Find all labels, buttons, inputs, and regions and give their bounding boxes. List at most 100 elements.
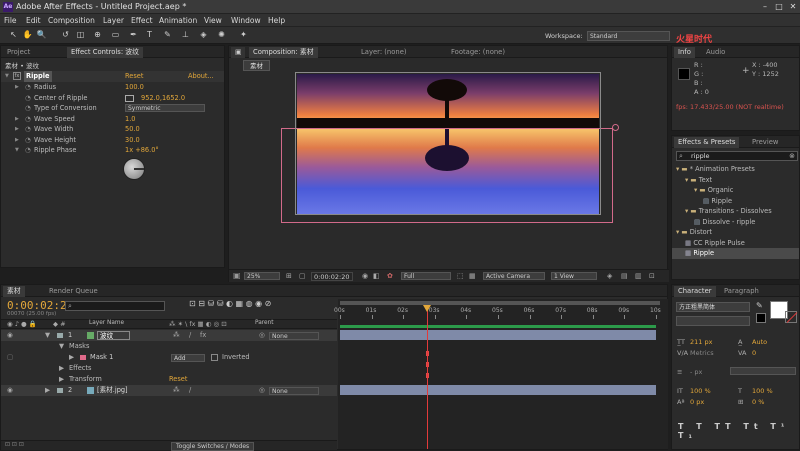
fx-icon[interactable]: fx bbox=[13, 72, 21, 80]
baseline-shift-field[interactable]: 0 px bbox=[690, 398, 704, 406]
grid-icon[interactable]: ⊞ bbox=[286, 272, 292, 280]
vertical-scale-field[interactable]: 100 % bbox=[690, 387, 711, 395]
rectangle-tool-icon[interactable]: ▭ bbox=[110, 29, 121, 41]
menu-animation[interactable]: Animation bbox=[159, 16, 197, 25]
layer-name[interactable]: 波纹 bbox=[97, 331, 131, 340]
expand-mask-icon[interactable]: ▶ bbox=[69, 352, 74, 363]
no-stroke-swatch[interactable] bbox=[785, 311, 798, 323]
tab-paragraph[interactable]: Paragraph bbox=[720, 286, 763, 297]
tracking-field[interactable]: 0 bbox=[752, 349, 756, 357]
font-size-field[interactable]: 211 px bbox=[690, 338, 712, 346]
effect-reset-link[interactable]: Reset bbox=[125, 71, 143, 82]
prop-wave-width[interactable]: ▶ ◔ Wave Width 50.0 bbox=[1, 124, 224, 135]
channel-icon[interactable]: ✿ bbox=[387, 272, 393, 280]
zoom-tool-icon[interactable]: 🔍 bbox=[36, 29, 47, 41]
comp-panel-lock-icon[interactable]: ▣ bbox=[231, 47, 246, 58]
tab-project[interactable]: Project bbox=[3, 47, 34, 58]
mask-color-swatch[interactable] bbox=[80, 355, 86, 360]
tab-footage[interactable]: Footage: (none) bbox=[447, 47, 509, 58]
tab-layer[interactable]: Layer: (none) bbox=[357, 47, 411, 58]
always-preview-icon[interactable]: ▣ bbox=[233, 271, 241, 280]
puppet-tool-icon[interactable]: ✦ bbox=[238, 29, 249, 41]
playhead-handle-icon[interactable] bbox=[423, 305, 431, 312]
mask-visibility-icon[interactable]: ▢ bbox=[299, 272, 306, 280]
rotate-tool-icon[interactable]: ↺ bbox=[60, 29, 71, 41]
visibility-icon[interactable]: ◉ bbox=[7, 330, 13, 341]
shy-switch-icon[interactable]: ⁂ bbox=[173, 385, 180, 396]
timeline-icon[interactable]: ▥ bbox=[635, 272, 642, 280]
tab-effects-presets[interactable]: Effects & Presets bbox=[674, 137, 740, 148]
menu-composition[interactable]: Composition bbox=[48, 16, 95, 25]
tab-composition[interactable]: Composition: 素材 bbox=[249, 47, 318, 58]
stopwatch-icon[interactable]: ◔ bbox=[25, 103, 31, 114]
tsume-field[interactable]: 0 % bbox=[752, 398, 764, 406]
transparency-grid-icon[interactable]: ▦ bbox=[469, 272, 476, 280]
preset-tree-item[interactable]: ▤ Ripple bbox=[672, 196, 799, 207]
minimize-button[interactable]: – bbox=[758, 1, 772, 12]
expand-masks-icon[interactable]: ▼ bbox=[59, 341, 64, 352]
mask-vertex-handle[interactable] bbox=[612, 124, 619, 131]
prop-ripple-phase[interactable]: ▼ ◔ Ripple Phase 1x +86.0° bbox=[1, 145, 224, 156]
layer-bounding-box[interactable] bbox=[295, 72, 601, 215]
preset-tree-item[interactable]: ▤ Dissolve - ripple bbox=[672, 217, 799, 228]
preset-tree-item[interactable]: ▾ ▬ Text bbox=[672, 175, 799, 186]
menu-help[interactable]: Help bbox=[268, 16, 285, 25]
close-button[interactable]: ✕ bbox=[786, 1, 800, 12]
inverted-checkbox[interactable] bbox=[211, 354, 218, 361]
layer-row-2[interactable]: ◉ ▶ 2 [素材.jpg] ⁂ / ◎ None bbox=[1, 385, 337, 396]
parent-pickwhip-icon[interactable]: ◎ bbox=[259, 385, 265, 396]
tab-timeline-comp[interactable]: 素材 bbox=[3, 286, 25, 297]
menu-window[interactable]: Window bbox=[231, 16, 261, 25]
prop-radius[interactable]: ▶ ◔ Radius 100.0 bbox=[1, 82, 224, 93]
tab-info[interactable]: Info bbox=[674, 47, 695, 58]
crosshair-icon[interactable] bbox=[125, 94, 134, 102]
menu-edit[interactable]: Edit bbox=[26, 16, 41, 25]
stopwatch-icon[interactable]: ◔ bbox=[25, 114, 31, 125]
label-swatch[interactable] bbox=[57, 333, 63, 338]
expand-transform-icon[interactable]: ▶ bbox=[59, 374, 64, 385]
stopwatch-icon[interactable]: ◔ bbox=[25, 93, 31, 104]
effects-search-input[interactable]: ⌕ ripple ⊗ bbox=[676, 151, 798, 161]
horizontal-scale-field[interactable]: 100 % bbox=[752, 387, 773, 395]
eyedropper-icon[interactable]: ✎ bbox=[756, 301, 763, 310]
maximize-button[interactable]: □ bbox=[772, 1, 786, 12]
brush-tool-icon[interactable]: ✎ bbox=[162, 29, 173, 41]
layer-name[interactable]: [素材.jpg] bbox=[97, 385, 128, 396]
preset-tree-item[interactable]: ▦ Ripple bbox=[672, 248, 799, 259]
tab-render-queue[interactable]: Render Queue bbox=[45, 286, 102, 297]
pen-tool-icon[interactable]: ✒ bbox=[128, 29, 139, 41]
stopwatch-icon[interactable]: ◔ bbox=[25, 82, 31, 93]
layer-row-1[interactable]: ◉ ▼ 1 波纹 ⁂ / fx ◎ None bbox=[1, 330, 337, 341]
camera-select[interactable]: Active Camera bbox=[483, 272, 545, 280]
stopwatch-icon[interactable]: ◔ bbox=[25, 135, 31, 146]
menu-file[interactable]: File bbox=[4, 16, 17, 25]
eraser-tool-icon[interactable]: ◈ bbox=[198, 29, 209, 41]
timeline-search-input[interactable]: ⌕ bbox=[65, 301, 165, 311]
current-time-indicator[interactable] bbox=[427, 307, 428, 449]
transform-reset-link[interactable]: Reset bbox=[169, 374, 187, 385]
mask-visibility-icon[interactable]: ▢ bbox=[7, 352, 13, 363]
phase-dial[interactable] bbox=[123, 158, 145, 180]
mask-mode-select[interactable]: Add bbox=[171, 354, 205, 362]
kerning-select[interactable]: Metrics bbox=[690, 349, 714, 357]
menu-effect[interactable]: Effect bbox=[131, 16, 153, 25]
clear-search-icon[interactable]: ⊗ bbox=[789, 152, 795, 160]
roto-brush-icon[interactable]: ✺ bbox=[216, 29, 227, 41]
tab-effect-controls[interactable]: Effect Controls: 波纹 bbox=[67, 47, 143, 58]
show-snapshot-icon[interactable]: ◧ bbox=[373, 272, 380, 280]
hand-tool-icon[interactable]: ✋ bbox=[22, 29, 33, 41]
current-time-display[interactable]: 0:00:02:20 bbox=[311, 272, 353, 281]
prop-wave-height[interactable]: ▶ ◔ Wave Height 30.0 bbox=[1, 135, 224, 146]
prop-wave-speed[interactable]: ▶ ◔ Wave Speed 1.0 bbox=[1, 114, 224, 125]
text-style-buttons[interactable]: T T TT Tt T¹ T₁ bbox=[678, 422, 799, 440]
timeline-tool-icons[interactable]: ⊡ ⊟ ⛁ ⛁ ◐ ▦ ◍ ◉ ⊘ bbox=[189, 299, 271, 308]
layer-2-duration-bar[interactable] bbox=[340, 385, 656, 395]
visibility-icon[interactable]: ◉ bbox=[7, 385, 13, 396]
effect-about-link[interactable]: About... bbox=[188, 71, 214, 82]
stroke-width-field[interactable]: - px bbox=[690, 368, 702, 376]
expand-layer-icon[interactable]: ▶ bbox=[45, 385, 50, 396]
selection-tool-icon[interactable]: ↖ bbox=[8, 29, 19, 41]
parent-select[interactable]: None bbox=[269, 387, 319, 395]
effects-group-row[interactable]: ▶ Effects bbox=[1, 363, 337, 374]
magnification-select[interactable]: 25% bbox=[244, 272, 280, 280]
